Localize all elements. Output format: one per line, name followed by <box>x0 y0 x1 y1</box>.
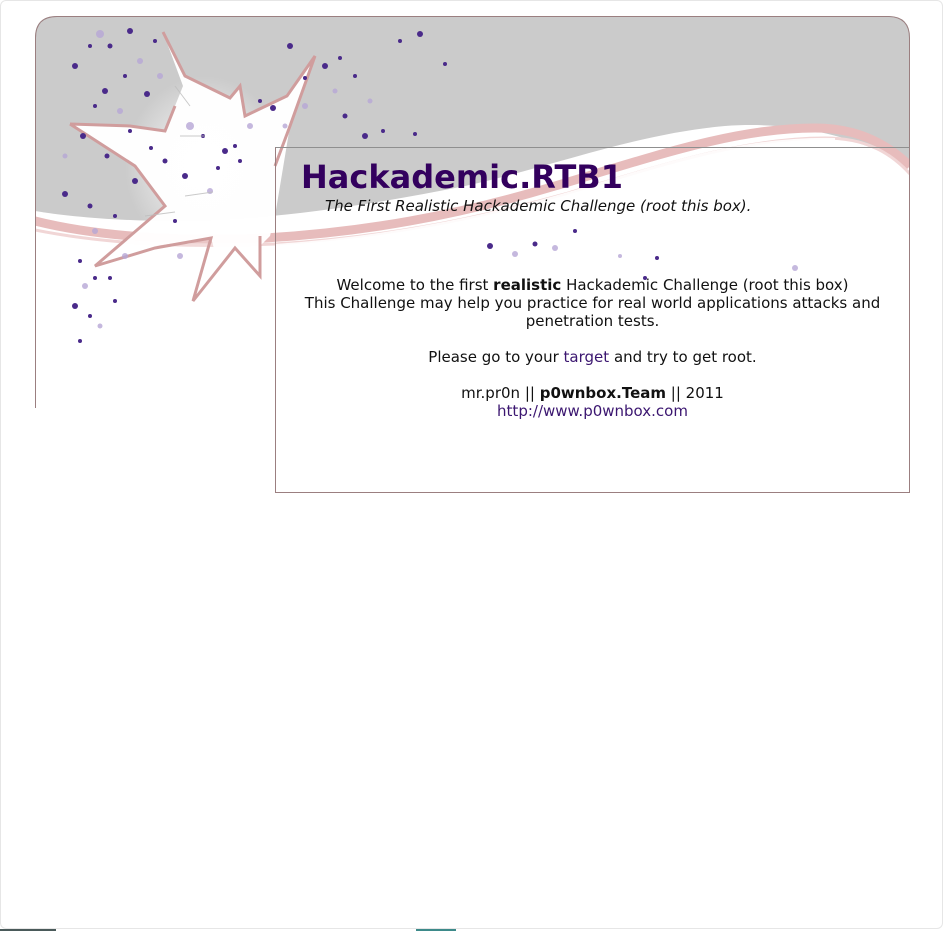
credit-author: mr.pr0n || <box>461 384 535 402</box>
practice-line-1: This Challenge may help you practice for… <box>304 294 881 312</box>
credit-year: || 2011 <box>670 384 724 402</box>
goto-suffix: and try to get root. <box>613 348 757 366</box>
goto-prefix: Please go to your <box>428 348 559 366</box>
welcome-prefix: Welcome to the first <box>336 276 489 294</box>
goto-line: Please go to your target and try to get … <box>276 348 909 366</box>
page-title: Hackademic.RTB1 <box>301 158 623 196</box>
site-link[interactable]: http://www.p0wnbox.com <box>497 402 688 420</box>
welcome-suffix: Hackademic Challenge (root this box) <box>566 276 849 294</box>
title-area: Hackademic.RTB1 The First Realistic Hack… <box>276 148 909 226</box>
site-link-line: http://www.p0wnbox.com <box>276 402 909 420</box>
credit-line: mr.pr0n || p0wnbox.Team || 2011 <box>276 384 909 402</box>
content-panel: Hackademic.RTB1 The First Realistic Hack… <box>275 147 910 493</box>
intro-text: Welcome to the first realistic Hackademi… <box>276 276 909 420</box>
page-subtitle: The First Realistic Hackademic Challenge… <box>325 197 752 215</box>
welcome-line: Welcome to the first realistic Hackademi… <box>276 276 909 294</box>
credit-team: p0wnbox.Team <box>539 384 667 402</box>
practice-line-2: penetration tests. <box>525 312 660 330</box>
welcome-emphasis: realistic <box>493 276 562 294</box>
target-link[interactable]: target <box>564 348 610 366</box>
